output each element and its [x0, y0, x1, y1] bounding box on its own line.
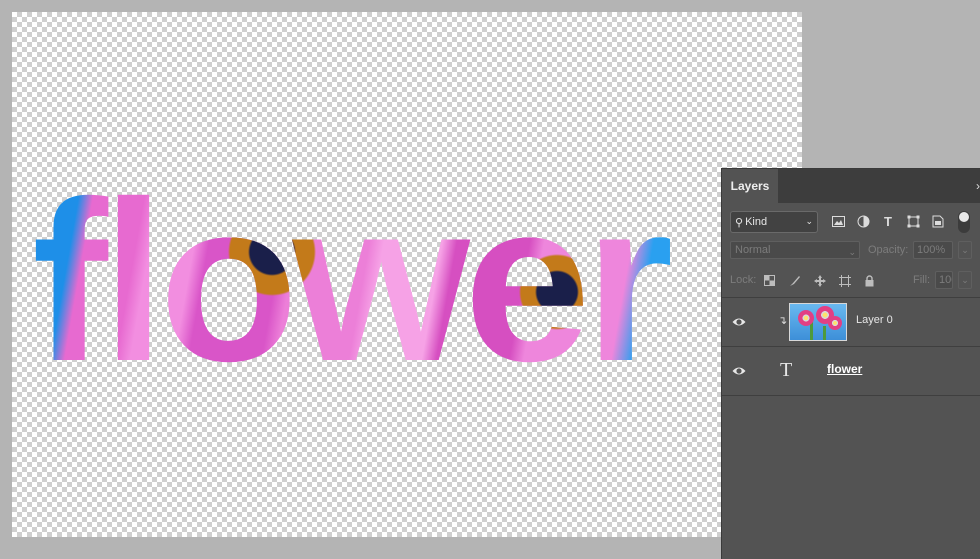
clipped-text-artwork: flower	[32, 172, 722, 392]
shape-filter-icon[interactable]	[905, 213, 921, 229]
image-filter-icon[interactable]	[830, 213, 846, 229]
layer-divider	[722, 395, 980, 396]
layer-name[interactable]: Layer 0	[856, 314, 893, 326]
eye-icon[interactable]	[732, 364, 746, 378]
layer-name[interactable]: flower	[827, 362, 862, 376]
filter-toggle[interactable]	[958, 211, 970, 233]
lock-label: Lock:	[730, 274, 757, 286]
opacity-stepper[interactable]: ⌄	[958, 241, 972, 259]
blend-mode-value: Normal	[735, 244, 771, 256]
adjustment-filter-icon[interactable]	[855, 213, 871, 229]
lock-image-icon[interactable]	[787, 273, 802, 288]
layer-filter-row: ⚲ Kind ⌄ T	[730, 211, 975, 233]
layers-panel: Layers › ⚲ Kind ⌄ T Normal ⌄ Opacity: 10…	[721, 168, 980, 559]
search-icon: ⚲	[735, 216, 744, 229]
layer-row-layer-0[interactable]: ↴ Layer 0	[722, 299, 980, 345]
lock-row: Lock: Fill: 100% ⌄	[730, 271, 975, 291]
panel-header: Layers ›	[722, 169, 980, 203]
tab-layers[interactable]: Layers	[722, 169, 778, 203]
opacity-field[interactable]: 100%	[913, 241, 953, 259]
blend-row: Normal ⌄ Opacity: 100% ⌄	[730, 241, 975, 261]
smart-object-filter-icon[interactable]	[930, 213, 946, 229]
fill-label: Fill:	[913, 274, 931, 286]
eye-icon[interactable]	[732, 315, 746, 329]
filter-kind-label: Kind	[745, 216, 768, 228]
lock-position-icon[interactable]	[812, 273, 827, 288]
type-filter-icon[interactable]: T	[880, 213, 896, 229]
lock-transparent-icon[interactable]	[762, 273, 777, 288]
panel-divider	[722, 297, 980, 298]
chevron-down-icon: ⌄	[805, 216, 813, 226]
document-canvas[interactable]: flower	[12, 12, 802, 537]
chevron-right-icon[interactable]: ›	[976, 179, 980, 193]
lock-all-icon[interactable]	[862, 273, 877, 288]
lock-artboard-icon[interactable]	[837, 273, 852, 288]
filter-kind-select[interactable]: ⚲ Kind ⌄	[730, 211, 818, 233]
chevron-down-icon: ⌄	[848, 247, 856, 257]
type-layer-icon: T	[780, 359, 793, 381]
layer-thumbnail[interactable]	[789, 303, 847, 341]
fill-stepper[interactable]: ⌄	[958, 271, 972, 289]
layer-row-flower[interactable]: T flower	[722, 348, 980, 394]
opacity-label: Opacity:	[868, 244, 909, 256]
fill-field[interactable]: 100%	[935, 271, 953, 289]
clipping-mask-arrow-icon: ↴	[778, 315, 788, 327]
layer-divider	[722, 346, 980, 347]
blend-mode-select[interactable]: Normal ⌄	[730, 241, 860, 259]
